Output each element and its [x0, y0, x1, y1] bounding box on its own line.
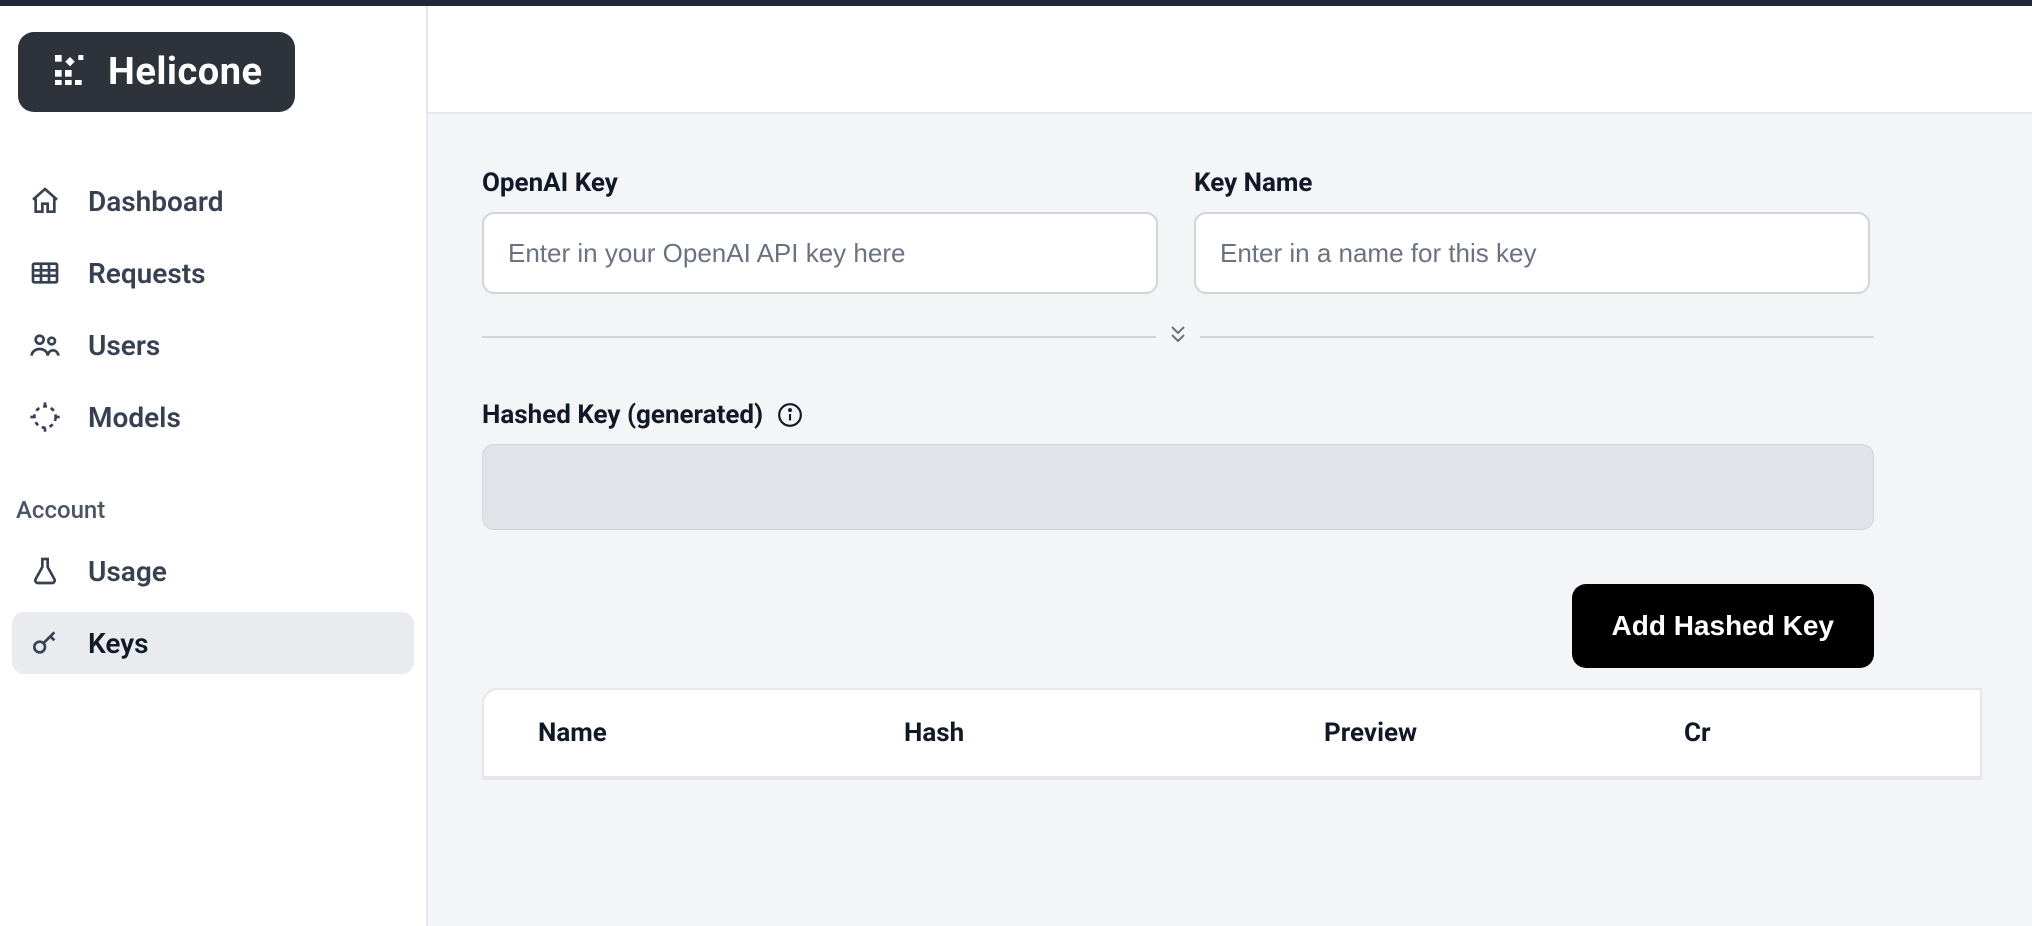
sidebar-item-dashboard[interactable]: Dashboard	[12, 170, 414, 232]
table-icon	[28, 256, 62, 290]
models-icon	[28, 400, 62, 434]
add-hashed-key-button[interactable]: Add Hashed Key	[1572, 584, 1875, 668]
nav-account: Usage Keys	[12, 540, 414, 674]
brand-name: Helicone	[108, 50, 263, 94]
brand-logo[interactable]: Helicone	[18, 32, 295, 112]
nav-primary: Dashboard Requests	[12, 170, 414, 448]
openai-key-input[interactable]	[482, 212, 1158, 294]
form-divider	[482, 322, 1874, 350]
sidebar-item-usage[interactable]: Usage	[12, 540, 414, 602]
main: OpenAI Key Key Name Hashed Key	[428, 6, 2032, 926]
form-row-keys: OpenAI Key Key Name	[482, 168, 2032, 294]
key-name-input[interactable]	[1194, 212, 1870, 294]
sidebar-item-label: Dashboard	[88, 185, 224, 218]
sidebar-item-requests[interactable]: Requests	[12, 242, 414, 304]
field-key-name: Key Name	[1194, 168, 1870, 294]
info-icon[interactable]	[777, 402, 803, 428]
sidebar-item-models[interactable]: Models	[12, 386, 414, 448]
helicone-logo-icon	[50, 50, 90, 94]
hashed-key-label-row: Hashed Key (generated)	[482, 400, 1874, 430]
topbar	[428, 6, 2032, 114]
hashed-key-output	[482, 444, 1874, 530]
field-openai-key: OpenAI Key	[482, 168, 1158, 294]
table-header-row: Name Hash Preview Cr	[484, 690, 1980, 777]
beaker-icon	[28, 554, 62, 588]
hashed-key-label: Hashed Key (generated)	[482, 400, 763, 430]
sidebar-item-label: Models	[88, 401, 181, 434]
action-row: Add Hashed Key	[482, 584, 1874, 668]
sidebar-item-keys[interactable]: Keys	[12, 612, 414, 674]
key-name-label: Key Name	[1194, 168, 1870, 198]
sidebar-item-label: Keys	[88, 627, 149, 660]
field-hashed-key: Hashed Key (generated)	[482, 400, 1874, 530]
key-icon	[28, 626, 62, 660]
sidebar-item-label: Requests	[88, 257, 206, 290]
app-root: Helicone Dashboard R	[0, 0, 2032, 926]
col-created: Cr	[1684, 690, 1980, 777]
col-name: Name	[484, 690, 904, 777]
col-hash: Hash	[904, 690, 1324, 777]
sidebar-item-users[interactable]: Users	[12, 314, 414, 376]
sidebar: Helicone Dashboard R	[0, 6, 428, 926]
home-icon	[28, 184, 62, 218]
sidebar-item-label: Usage	[88, 555, 167, 588]
sidebar-item-label: Users	[88, 329, 160, 362]
sidebar-section-label: Account	[12, 458, 414, 530]
content: OpenAI Key Key Name Hashed Key	[428, 114, 2032, 926]
openai-key-label: OpenAI Key	[482, 168, 1158, 198]
keys-table: Name Hash Preview Cr	[482, 688, 1982, 780]
users-icon	[28, 328, 62, 362]
chevron-double-down-icon	[1156, 322, 1200, 350]
col-preview: Preview	[1324, 690, 1684, 777]
